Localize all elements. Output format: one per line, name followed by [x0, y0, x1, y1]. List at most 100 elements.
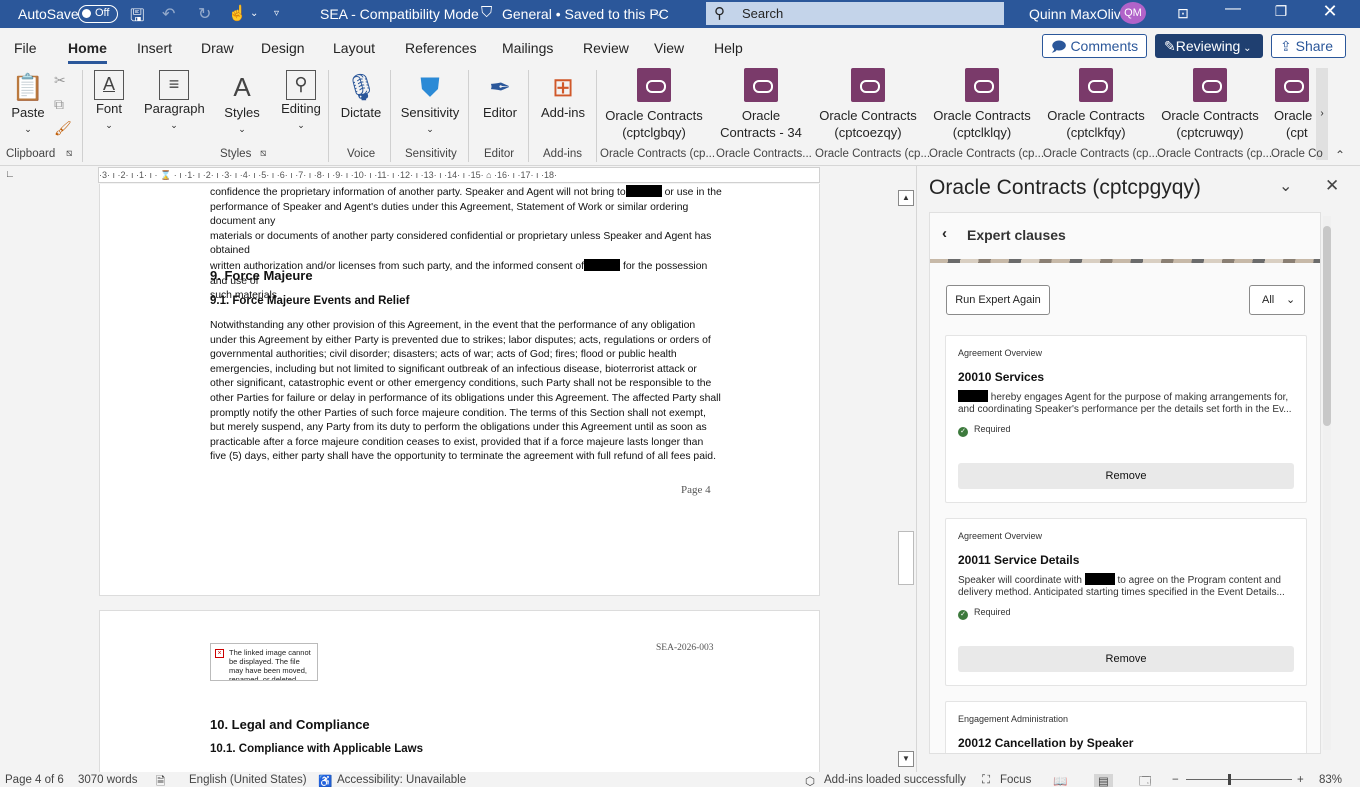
comments-button[interactable]: 🗩 Comments: [1042, 34, 1147, 58]
close-icon[interactable]: ✕: [1312, 1, 1348, 22]
oracle-contracts-button-6[interactable]: Oracle Contracts (cptcruwqy): [1158, 66, 1262, 150]
editing-button[interactable]: ⚲ Editing ⌄: [280, 66, 322, 150]
remove-button[interactable]: Remove: [958, 463, 1294, 489]
dialog-launcher-icon[interactable]: ⧅: [260, 148, 266, 159]
track-changes-icon: ✎: [1164, 38, 1176, 54]
search-box[interactable]: ⚲ Search: [706, 2, 1004, 25]
document-page-5[interactable]: SEA-2026-003 × The linked image cannot b…: [99, 610, 820, 772]
language-status[interactable]: English (United States): [189, 774, 307, 786]
horizontal-ruler[interactable]: ·3· ı ·2· ı ·1· ı · ⌛ · ı ·1· ı ·2· ı ·3…: [98, 167, 820, 183]
zoom-out-icon[interactable]: −: [1172, 774, 1179, 786]
minimize-icon[interactable]: —: [1215, 0, 1251, 18]
tab-design[interactable]: Design: [261, 40, 305, 56]
tab-review[interactable]: Review: [583, 40, 629, 56]
tab-draw[interactable]: Draw: [201, 40, 234, 56]
print-layout-icon[interactable]: ▤: [1094, 774, 1113, 787]
user-name[interactable]: Quinn MaxOliv: [1029, 6, 1121, 22]
oracle-contracts-button-4[interactable]: Oracle Contracts (cptclklqy): [930, 66, 1034, 150]
dictate-button[interactable]: 🎙 Dictate: [338, 66, 384, 150]
document-title: SEA - Compatibility Mode: [320, 6, 479, 22]
pane-scrollbar[interactable]: [1323, 216, 1331, 750]
autosave-toggle[interactable]: Off: [78, 5, 118, 23]
tab-file[interactable]: File: [14, 40, 37, 56]
ribbon-scroll-right-icon[interactable]: ›: [1316, 68, 1328, 160]
broken-image-placeholder: × The linked image cannot be displayed. …: [210, 643, 318, 681]
chevron-down-icon[interactable]: ⌄: [250, 8, 258, 19]
clause-card[interactable]: Agreement Overview 20011 Service Details…: [945, 518, 1307, 686]
paste-button[interactable]: 📋 Paste ⌄: [6, 66, 50, 150]
chevron-down-icon: ⌄: [1286, 294, 1296, 306]
avatar[interactable]: QM: [1120, 2, 1146, 24]
customize-toolbar-icon[interactable]: ▿: [274, 8, 279, 19]
pane-scroll-thumb[interactable]: [1323, 226, 1331, 426]
tab-references[interactable]: References: [405, 40, 477, 56]
proofing-icon[interactable]: 🗎: [156, 774, 165, 787]
web-layout-icon[interactable]: 🗔: [1139, 774, 1151, 787]
ribbon-display-icon[interactable]: ⊡: [1165, 5, 1201, 22]
scroll-up-icon[interactable]: ▲: [898, 190, 914, 206]
sensitivity-label: Sensitivity: [400, 105, 460, 120]
oracle-contracts-button-5[interactable]: Oracle Contracts (cptclkfqy): [1044, 66, 1148, 150]
oracle-contracts-button-2[interactable]: Oracle Contracts - 34: [714, 66, 808, 150]
addins-button[interactable]: ⊞ Add-ins: [536, 66, 590, 150]
zoom-in-icon[interactable]: +: [1297, 774, 1304, 786]
paragraph-button[interactable]: ≡ Paragraph ⌄: [144, 66, 205, 150]
restore-icon[interactable]: ❐: [1263, 3, 1299, 20]
tab-insert[interactable]: Insert: [137, 40, 172, 56]
styles-button[interactable]: A Styles ⌄: [222, 66, 262, 150]
share-button[interactable]: ⇪ Share: [1271, 34, 1346, 58]
word-count[interactable]: 3070 words: [78, 774, 137, 786]
document-scrollbar[interactable]: ▲ ▼: [898, 184, 916, 772]
tab-home[interactable]: Home: [68, 40, 107, 64]
format-painter-icon[interactable]: 🖌: [54, 120, 72, 137]
filter-dropdown[interactable]: All ⌄: [1249, 285, 1305, 315]
tab-mailings[interactable]: Mailings: [502, 40, 553, 56]
accessibility-status[interactable]: Accessibility: Unavailable: [337, 774, 466, 786]
tab-view[interactable]: View: [654, 40, 684, 56]
sensitivity-status[interactable]: General • Saved to this PC: [502, 6, 669, 22]
touch-mode-icon[interactable]: ☝: [228, 4, 247, 22]
addins-status[interactable]: Add-ins loaded successfully: [824, 774, 966, 786]
cut-icon[interactable]: ✂: [54, 72, 66, 89]
collapse-ribbon-icon[interactable]: ⌃: [1335, 148, 1345, 162]
tab-help[interactable]: Help: [714, 40, 743, 56]
chevron-down-icon[interactable]: ⌵: [654, 7, 662, 20]
oracle-contracts-button-7[interactable]: Oracle (cpt: [1270, 66, 1314, 150]
scroll-thumb[interactable]: [898, 531, 914, 585]
clause-card[interactable]: Agreement Overview 20010 Services hereby…: [945, 335, 1307, 503]
autosave-label: AutoSave: [18, 6, 79, 22]
tab-layout[interactable]: Layout: [333, 40, 375, 56]
font-label: Font: [95, 101, 122, 116]
dialog-launcher-icon[interactable]: ⧅: [66, 148, 72, 159]
editor-button[interactable]: ✒ Editor: [478, 66, 522, 150]
redo-icon[interactable]: ↻: [198, 4, 211, 24]
document-canvas[interactable]: confidence the proprietary information o…: [0, 184, 898, 772]
zoom-level[interactable]: 83%: [1319, 774, 1342, 786]
sensitivity-icon: ⛊: [420, 72, 440, 102]
close-icon[interactable]: ✕: [1325, 176, 1339, 196]
scroll-down-icon[interactable]: ▼: [898, 751, 914, 767]
zoom-slider-thumb[interactable]: [1228, 774, 1231, 785]
read-mode-icon[interactable]: 📖: [1053, 774, 1067, 787]
focus-mode[interactable]: Focus: [1000, 774, 1031, 786]
run-expert-again-button[interactable]: Run Expert Again: [946, 285, 1050, 315]
remove-button[interactable]: Remove: [958, 646, 1294, 672]
oracle-contracts-button-1[interactable]: Oracle Contracts (cptclgbqy): [602, 66, 706, 150]
clause-card[interactable]: Engagement Administration 20012 Cancella…: [945, 701, 1307, 753]
copy-icon[interactable]: ⧉: [54, 96, 64, 113]
reviewing-button[interactable]: ✎Reviewing ⌄: [1155, 34, 1263, 58]
undo-icon[interactable]: ↶: [162, 4, 175, 24]
chevron-down-icon[interactable]: ⌄: [1279, 176, 1292, 196]
group-oracle-3: Oracle Contracts (cp...: [815, 148, 931, 160]
page-count[interactable]: Page 4 of 6: [5, 774, 64, 786]
oracle-contracts-button-3[interactable]: Oracle Contracts (cptcoezqy): [816, 66, 920, 150]
font-button[interactable]: A Font ⌄: [90, 66, 128, 150]
oracle-label-line1: Oracle: [1274, 108, 1313, 123]
zoom-slider[interactable]: [1186, 779, 1292, 780]
clause-text: to agree on the Program content and: [1114, 575, 1281, 586]
back-icon[interactable]: ‹: [942, 225, 947, 242]
sensitivity-button[interactable]: ⛊ Sensitivity ⌄: [398, 66, 462, 150]
tab-selector-icon[interactable]: ∟: [5, 169, 15, 180]
oracle-label-line2: (cptclkfqy): [1066, 125, 1126, 140]
document-page-4[interactable]: confidence the proprietary information o…: [99, 184, 820, 596]
